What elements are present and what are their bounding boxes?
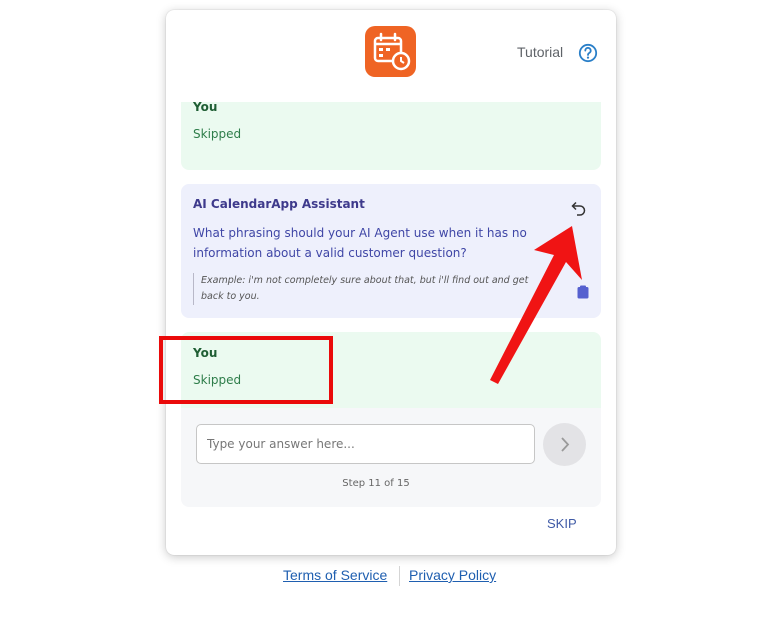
message-text: What phrasing should your AI Agent use w… [193,226,527,260]
user-message-bubble: You Skipped [181,332,601,408]
conversation-scroll-area[interactable]: You Skipped AI CalendarApp Assistant Wha… [181,102,601,408]
message-sender: AI CalendarApp Assistant [193,197,365,211]
skip-button[interactable]: SKIP [547,516,577,531]
answer-input[interactable] [196,424,535,464]
chevron-right-icon [561,437,570,452]
composer-panel: Step 11 of 15 [181,408,601,507]
message-sender: You [193,346,218,360]
message-text: Skipped [193,373,242,387]
tutorial-link[interactable]: Tutorial [517,44,563,60]
message-sender: You [193,102,218,114]
privacy-policy-link[interactable]: Privacy Policy [409,567,496,583]
assistant-message-bubble: AI CalendarApp Assistant What phrasing s… [181,184,601,318]
question-circle-icon[interactable] [578,43,598,67]
footer-divider [399,566,400,586]
message-text: Skipped [193,127,242,141]
example-quote: Example: i'm not completely sure about t… [193,273,541,305]
user-message-bubble: You Skipped [181,102,601,170]
step-indicator: Step 11 of 15 [342,478,410,489]
undo-icon[interactable] [569,198,589,222]
calendar-logo-icon [365,26,416,77]
chat-card: Tutorial You Skipped AI CalendarApp Assi… [166,10,616,555]
terms-of-service-link[interactable]: Terms of Service [283,567,387,583]
clipboard-icon[interactable] [577,284,589,303]
send-button[interactable] [543,423,586,466]
